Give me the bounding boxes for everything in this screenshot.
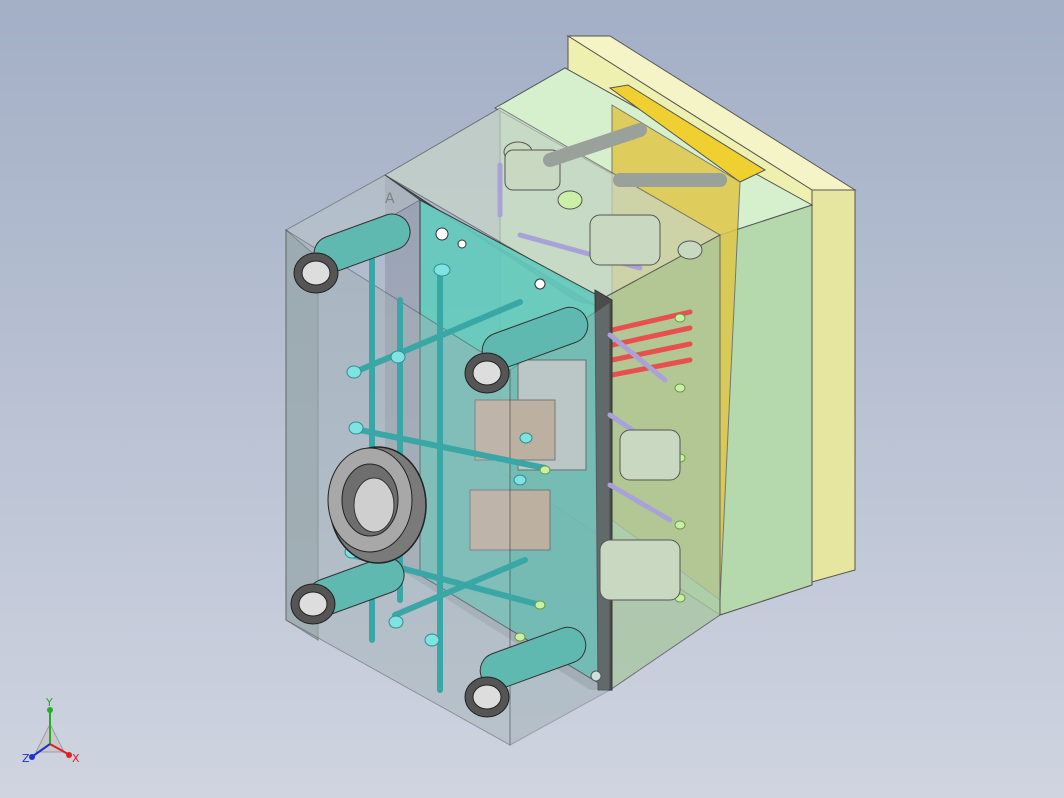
y-axis-label: Y	[45, 696, 53, 709]
cad-3d-viewport[interactable]: A	[0, 0, 1064, 798]
mold-assembly-model[interactable]: A	[285, 35, 857, 746]
coordinate-triad[interactable]: Y X Z	[22, 696, 80, 765]
x-axis-label: X	[72, 752, 80, 765]
z-axis-tip	[29, 754, 35, 760]
z-axis-label: Z	[22, 752, 30, 765]
